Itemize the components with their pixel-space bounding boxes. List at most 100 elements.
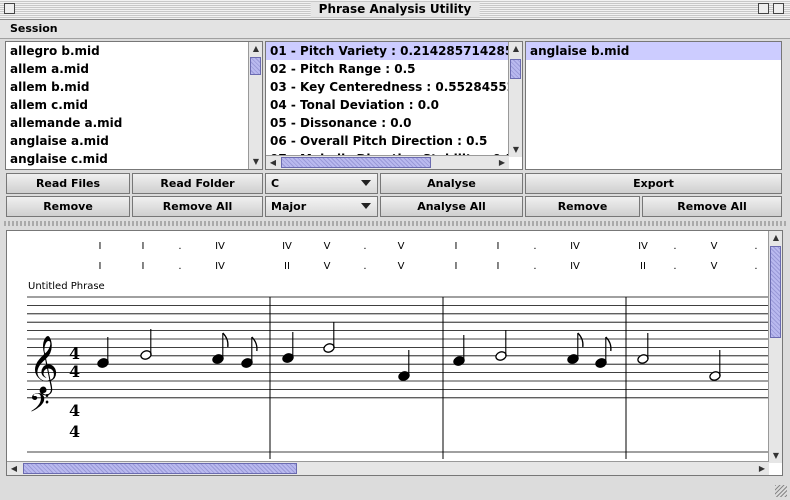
remove-all-files-button[interactable]: Remove All [132,196,263,217]
time-signature-top: 4 [69,344,80,363]
chord-symbol: I [455,241,458,252]
chord-symbol: I [99,241,102,252]
chord-symbol: I [142,261,145,272]
file-list[interactable]: allegro b.mid allem a.mid allem b.mid allem… [5,41,263,170]
selected-file-list[interactable]: anglaise b.mid [525,41,782,170]
file-list-item[interactable]: anglaise a.mid [6,132,248,150]
chord-symbol: V [711,241,718,252]
chord-symbol: . [754,261,757,272]
note-flag [577,332,584,348]
feature-list-item[interactable]: 04 - Tonal Deviation : 0.0 [266,96,508,114]
time-signature-bottom: 4 [69,362,80,381]
chord-symbol: . [754,241,757,252]
chord-symbol: . [533,261,536,272]
chord-symbol: IV [638,241,648,252]
remove-files-button[interactable]: Remove [6,196,130,217]
scroll-left-icon[interactable]: ◀ [266,156,280,169]
mode-select[interactable]: Major [265,196,378,217]
chord-symbol: V [398,261,405,272]
split-pane-divider[interactable] [4,221,786,226]
chord-symbol: I [142,241,145,252]
chord-symbol: I [497,241,500,252]
feature-list-vscrollbar[interactable]: ▲ ▼ [508,42,522,157]
scroll-thumb[interactable] [250,57,261,75]
file-list-scrollbar[interactable]: ▲ ▼ [248,42,262,169]
resize-grip-icon[interactable] [775,485,787,497]
scroll-down-icon[interactable]: ▼ [769,449,782,463]
chord-symbol: I [455,261,458,272]
feature-list[interactable]: 01 - Pitch Variety : 0.21428571428571427… [265,41,523,170]
export-button[interactable]: Export [525,173,782,194]
analyse-button[interactable]: Analyse [380,173,523,194]
selected-file-item[interactable]: anglaise b.mid [526,42,781,60]
file-list-item[interactable]: allegro b.mid [6,42,248,60]
read-folder-button[interactable]: Read Folder [132,173,263,194]
feature-list-item[interactable]: 01 - Pitch Variety : 0.21428571428571427 [266,42,508,60]
chord-symbol: IV [215,241,225,252]
remove-selected-button[interactable]: Remove [525,196,640,217]
feature-list-item[interactable]: 06 - Overall Pitch Direction : 0.5 [266,132,508,150]
scroll-up-icon[interactable]: ▲ [769,231,782,245]
analyse-all-button[interactable]: Analyse All [380,196,523,217]
close-box-icon[interactable] [4,3,15,14]
chord-symbol: . [673,261,676,272]
chord-symbol: IV [215,261,225,272]
scroll-thumb[interactable] [281,157,431,168]
chord-symbol: . [363,241,366,252]
chord-symbol: . [363,261,366,272]
scroll-thumb[interactable] [23,463,297,474]
chord-symbol: . [533,241,536,252]
file-list-item[interactable]: allem b.mid [6,78,248,96]
feature-list-item[interactable]: 05 - Dissonance : 0.0 [266,114,508,132]
feature-list-item[interactable]: 03 - Key Centeredness : 0.55284552845528… [266,78,508,96]
collapse-box-icon[interactable] [773,3,784,14]
window-title: Phrase Analysis Utility [310,2,480,17]
bass-clef-icon: 𝄢 [29,387,50,425]
chord-symbol: IV [282,241,292,252]
scroll-down-icon[interactable]: ▼ [249,155,262,169]
time-signature-bottom: 4 [69,422,80,441]
chord-symbol: I [99,261,102,272]
chord-symbol: V [324,261,331,272]
title-bar: Phrase Analysis Utility [0,0,790,20]
file-list-item[interactable]: allemande a.mid [6,114,248,132]
score-canvas: I I. IV IV V. V I I. IV IV. V .I I. IV II V. V I I. IV II. V.… [27,241,769,459]
phrase-title: Untitled Phrase [28,281,105,292]
chord-symbol: . [178,261,181,272]
chord-symbol: IV [570,261,580,272]
menu-bar: Session [0,20,790,39]
score-vscrollbar[interactable]: ▲ ▼ [768,231,782,463]
remove-all-selected-button[interactable]: Remove All [642,196,782,217]
time-signature-top: 4 [69,401,80,420]
chord-symbol: IV [570,241,580,252]
scroll-thumb[interactable] [770,246,781,338]
scroll-up-icon[interactable]: ▲ [509,42,522,56]
zoom-box-icon[interactable] [758,3,769,14]
feature-list-hscrollbar[interactable]: ◀ ▶ [266,155,509,169]
read-files-button[interactable]: Read Files [6,173,130,194]
chord-symbol: V [324,241,331,252]
chord-symbol: V [711,261,718,272]
file-list-item[interactable]: allem c.mid [6,96,248,114]
key-select[interactable]: C [265,173,378,194]
scroll-thumb[interactable] [510,59,521,79]
file-list-item[interactable]: anglaise c.mid [6,150,248,168]
note-flag [222,332,229,348]
scroll-down-icon[interactable]: ▼ [509,143,522,157]
menu-session[interactable]: Session [10,22,58,35]
file-list-item[interactable]: allem a.mid [6,60,248,78]
key-select-value: C [271,177,280,190]
score-view: I I. IV IV V. V I I. IV IV. V. I I. IV II V. V I I. IV II. V.… [6,230,783,476]
chevron-down-icon [361,203,371,209]
scroll-left-icon[interactable]: ◀ [7,462,21,475]
mode-select-value: Major [271,200,307,213]
score-hscrollbar[interactable]: ◀ ▶ [7,461,769,475]
chord-symbol: . [673,241,676,252]
scroll-up-icon[interactable]: ▲ [249,42,262,56]
feature-list-item[interactable]: 02 - Pitch Range : 0.5 [266,60,508,78]
chord-symbol: . [178,241,181,252]
scroll-right-icon[interactable]: ▶ [755,462,769,475]
chord-symbol: II [284,261,290,272]
chord-symbol: I [497,261,500,272]
scroll-right-icon[interactable]: ▶ [495,156,509,169]
